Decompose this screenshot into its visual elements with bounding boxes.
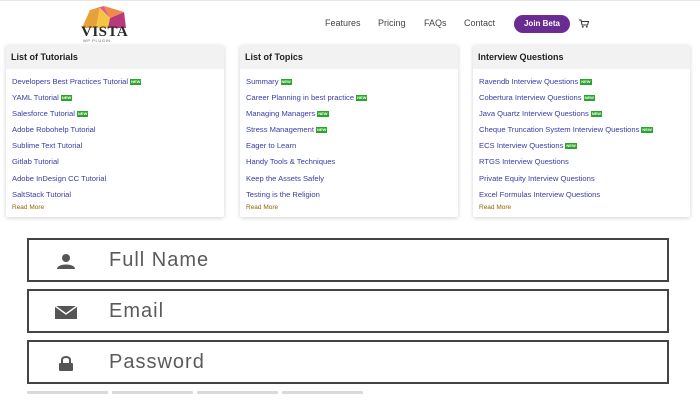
list-item-label: YAML Tutorial bbox=[12, 93, 59, 103]
list-item-label: SaltStack Tutorial bbox=[12, 189, 72, 199]
list-item-label: ECS Interview Questions bbox=[479, 141, 564, 151]
list-item[interactable]: ECS Interview Questions NEW bbox=[479, 138, 690, 154]
list-item-label: Career Planning in best practice bbox=[246, 93, 355, 103]
list-item-label: Developers Best Practices Tutorial bbox=[12, 77, 129, 86]
list-item-label: Adobe InDesign CC Tutorial bbox=[12, 173, 107, 183]
list-item[interactable]: Adobe InDesign CC Tutorial bbox=[12, 171, 224, 187]
card-title: Interview Questions bbox=[473, 45, 690, 69]
topics-card: List of Topics Summary NEW Career Planning… bbox=[240, 45, 458, 217]
list-item[interactable]: RTGS Interview Questions bbox=[479, 154, 690, 170]
new-badge: NEW bbox=[583, 95, 595, 102]
user-icon bbox=[57, 254, 75, 269]
list-item[interactable]: Stress Management NEW bbox=[246, 122, 458, 138]
brand-tagline: WP PLUGIN bbox=[83, 38, 111, 43]
cart-icon[interactable] bbox=[579, 19, 589, 28]
header-divider bbox=[0, 0, 700, 1]
list-item[interactable]: Keep the Assets Safely bbox=[246, 171, 458, 187]
email-field bbox=[27, 289, 669, 333]
interview-questions-list: Ravendb Interview Questions NEW Cobertura … bbox=[473, 69, 690, 203]
list-item-label: Testing is the Religion bbox=[246, 189, 320, 199]
nav-faqs-link[interactable]: FAQs bbox=[424, 18, 447, 28]
list-item[interactable]: Cobertura Interview Questions NEW bbox=[479, 90, 690, 106]
list-item[interactable]: Career Planning in best practice NEW bbox=[246, 90, 458, 106]
list-item-label: RTGS Interview Questions bbox=[479, 157, 569, 167]
list-item[interactable]: SaltStack Tutorial bbox=[12, 187, 224, 203]
list-item-label: Eager to Learn bbox=[246, 141, 297, 151]
new-badge: NEW bbox=[590, 111, 603, 118]
list-item[interactable]: Java Quartz Interview Questions NEW bbox=[479, 106, 690, 122]
list-item[interactable]: Adobe Robohelp Tutorial bbox=[12, 122, 224, 138]
list-item-label: Keep the Assets Safely bbox=[246, 173, 325, 183]
nav-pricing-link[interactable]: Pricing bbox=[378, 18, 406, 28]
list-item-label: Summary bbox=[246, 77, 279, 86]
list-item[interactable]: YAML Tutorial NEW bbox=[12, 90, 224, 106]
list-item-label: Sublime Text Tutorial bbox=[12, 141, 83, 151]
list-item-label: Salesforce Tutorial bbox=[12, 109, 75, 119]
interview-questions-card: Interview Questions Ravendb Interview Qu… bbox=[473, 45, 690, 217]
list-item-label: Managing Managers bbox=[246, 109, 316, 119]
step-indicator bbox=[27, 391, 108, 394]
read-more-link[interactable]: Read More bbox=[12, 204, 44, 211]
new-badge: NEW bbox=[60, 95, 73, 102]
new-badge: NEW bbox=[565, 143, 577, 150]
list-item-label: Ravendb Interview Questions bbox=[479, 77, 579, 86]
read-more-link[interactable]: Read More bbox=[246, 204, 278, 211]
new-badge: NEW bbox=[580, 79, 592, 85]
full-name-input[interactable] bbox=[109, 248, 659, 272]
list-item[interactable]: Ravendb Interview Questions NEW bbox=[479, 74, 690, 90]
new-badge: NEW bbox=[280, 79, 292, 85]
new-badge: NEW bbox=[130, 79, 142, 85]
list-item[interactable]: Summary NEW bbox=[246, 74, 458, 90]
list-item-label: Handy Tools & Techniques bbox=[246, 157, 336, 167]
list-item-label: Java Quartz Interview Questions bbox=[479, 109, 589, 119]
list-item[interactable]: Testing is the Religion bbox=[246, 187, 458, 203]
list-item-label: Gitlab Tutorial bbox=[12, 157, 59, 167]
list-item-label: Adobe Robohelp Tutorial bbox=[12, 125, 96, 135]
list-item-label: Cobertura Interview Questions bbox=[479, 93, 582, 103]
new-badge: NEW bbox=[317, 111, 329, 118]
list-item[interactable]: Private Equity Interview Questions bbox=[479, 171, 690, 187]
list-item-label: Stress Management bbox=[246, 125, 314, 135]
envelope-icon bbox=[55, 305, 77, 319]
topics-list: Summary NEW Career Planning in best practi… bbox=[240, 69, 458, 203]
password-input[interactable] bbox=[109, 350, 659, 374]
list-item[interactable]: Managing Managers NEW bbox=[246, 106, 458, 122]
nav-features-link[interactable]: Features bbox=[325, 18, 361, 28]
list-item[interactable]: Salesforce Tutorial NEW bbox=[12, 106, 224, 122]
list-item[interactable]: Handy Tools & Techniques bbox=[246, 154, 458, 170]
list-item[interactable]: Excel Formulas Interview Questions bbox=[479, 187, 690, 203]
list-item[interactable]: Developers Best Practices Tutorial NEW bbox=[12, 74, 224, 90]
new-badge: NEW bbox=[76, 111, 89, 118]
new-badge: NEW bbox=[356, 95, 368, 102]
new-badge: NEW bbox=[641, 127, 653, 134]
tutorials-list: Developers Best Practices Tutorial NEW YAM… bbox=[6, 69, 224, 203]
nav-contact-link[interactable]: Contact bbox=[464, 18, 495, 28]
step-indicator bbox=[282, 391, 363, 394]
tutorials-card: List of Tutorials Developers Best Practi… bbox=[6, 45, 224, 217]
password-field bbox=[27, 340, 669, 384]
card-title: List of Topics bbox=[240, 45, 458, 69]
join-beta-button[interactable]: Join Beta bbox=[514, 15, 570, 33]
list-item[interactable]: Cheque Truncation System Interview Quest… bbox=[479, 122, 690, 138]
list-item[interactable]: Sublime Text Tutorial bbox=[12, 138, 224, 154]
step-indicator bbox=[112, 391, 193, 394]
step-indicator bbox=[197, 391, 278, 394]
list-item-label: Private Equity Interview Questions bbox=[479, 173, 595, 183]
list-item-label: Excel Formulas Interview Questions bbox=[479, 189, 601, 199]
full-name-field bbox=[27, 238, 669, 282]
email-input[interactable] bbox=[109, 299, 659, 323]
new-badge: NEW bbox=[315, 127, 328, 134]
read-more-link[interactable]: Read More bbox=[479, 204, 511, 211]
list-item[interactable]: Eager to Learn bbox=[246, 138, 458, 154]
lock-icon bbox=[59, 356, 73, 371]
list-item-label: Cheque Truncation System Interview Quest… bbox=[479, 125, 640, 135]
list-item[interactable]: Gitlab Tutorial bbox=[12, 154, 224, 170]
card-title: List of Tutorials bbox=[6, 45, 224, 69]
